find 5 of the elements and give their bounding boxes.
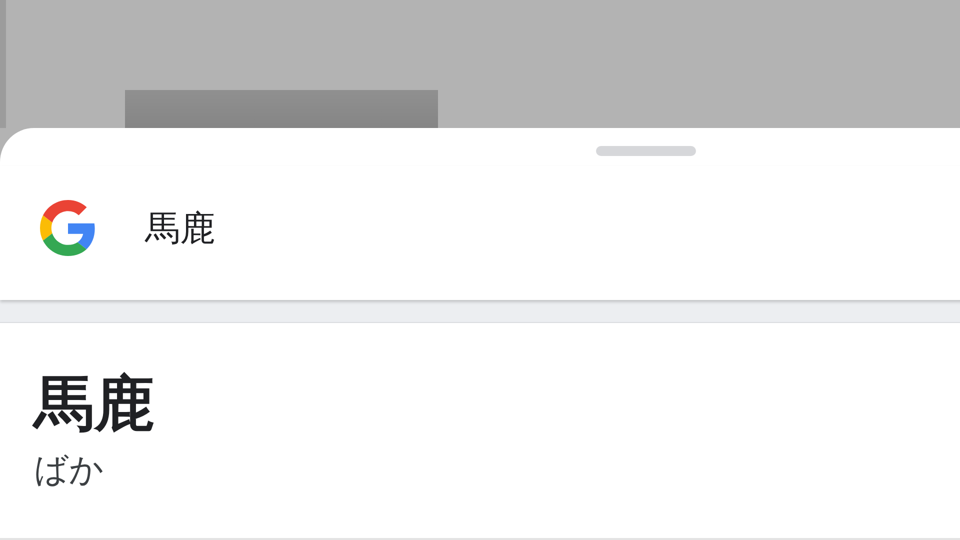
- reading-text: ばか: [34, 449, 105, 492]
- logo-icon: [40, 200, 96, 256]
- drag-handle[interactable]: [596, 146, 696, 156]
- headword: 馬鹿: [34, 371, 155, 437]
- search-query[interactable]: 馬鹿: [145, 204, 215, 252]
